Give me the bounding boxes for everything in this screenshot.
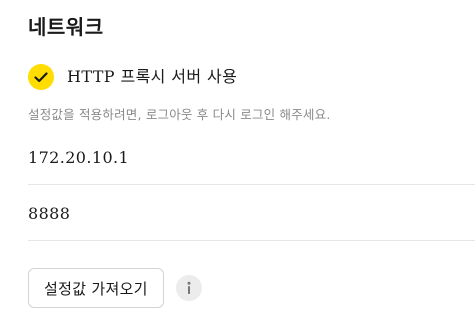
proxy-host-input[interactable] <box>28 130 475 185</box>
proxy-checkbox[interactable] <box>28 64 54 90</box>
checkmark-icon <box>34 71 48 82</box>
apply-hint-text: 설정값을 적용하려면, 로그아웃 후 다시 로그인 해주세요. <box>28 107 331 122</box>
import-settings-button[interactable]: 설정값 가져오기 <box>28 268 164 308</box>
info-icon[interactable] <box>175 275 202 301</box>
network-settings-panel: 네트워크 HTTP 프록시 서버 사용 설정값을 적용하려면, 로그아웃 후 다… <box>0 0 475 316</box>
proxy-toggle-row[interactable]: HTTP 프록시 서버 사용 <box>28 64 237 90</box>
actions-row: 설정값 가져오기 <box>28 268 202 308</box>
proxy-label: HTTP 프록시 서버 사용 <box>67 67 238 86</box>
proxy-port-input[interactable] <box>28 186 475 241</box>
section-title: 네트워크 <box>28 15 104 39</box>
proxy-host-field <box>28 130 475 185</box>
proxy-port-field <box>28 186 475 241</box>
